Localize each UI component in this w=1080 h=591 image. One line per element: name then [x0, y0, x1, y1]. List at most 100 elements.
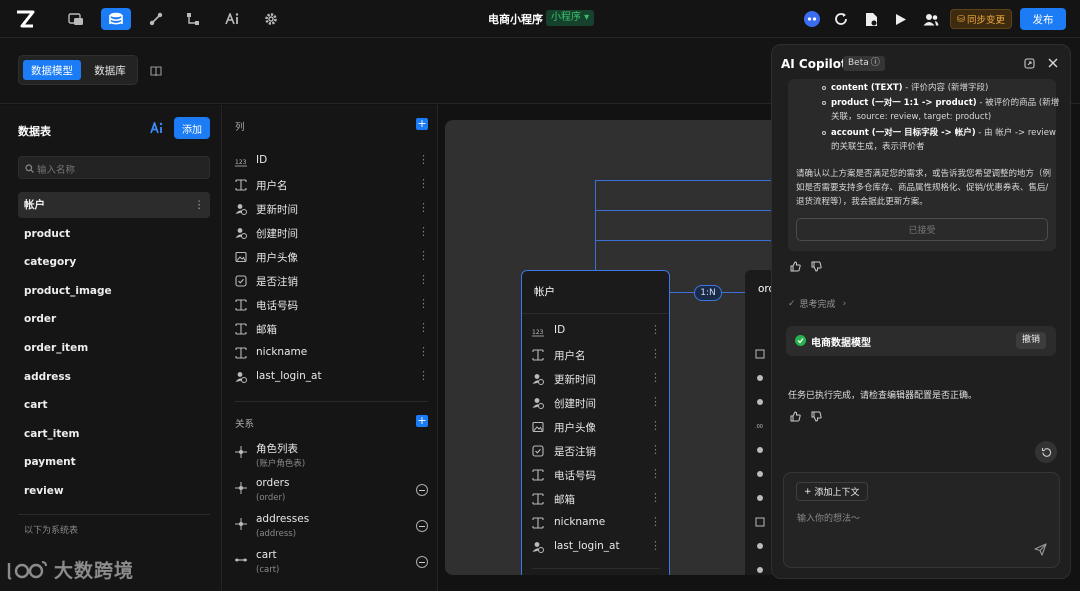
tab-database[interactable]: 数据库	[85, 60, 135, 80]
more-icon[interactable]: ⋮	[650, 395, 661, 408]
column-row[interactable]: 用户名 ⋮	[235, 173, 430, 197]
thumbs-down-icon[interactable]	[811, 411, 822, 422]
more-icon[interactable]: ⋮	[418, 201, 429, 214]
table-search-input[interactable]: 输入名称	[18, 156, 210, 179]
table-item-account[interactable]: 帐户 ⋮	[18, 192, 210, 218]
table-item[interactable]: cart	[18, 392, 210, 418]
more-icon[interactable]: ⋮	[650, 491, 661, 504]
entity-field-row[interactable]: nickname ⋮	[532, 511, 662, 535]
more-icon[interactable]: ⋮	[418, 177, 429, 190]
add-table-button[interactable]: 添加	[174, 117, 210, 139]
relation-row[interactable]: addresses (address)	[235, 513, 430, 549]
more-icon[interactable]: ⋮	[650, 347, 661, 360]
integration-icon[interactable]	[141, 8, 171, 30]
remove-relation-icon[interactable]	[416, 484, 428, 496]
remove-relation-icon[interactable]	[416, 556, 428, 568]
more-icon[interactable]: ⋮	[650, 419, 661, 432]
more-icon[interactable]: ⋮	[418, 153, 429, 166]
entity-field-row[interactable]: 更新时间 ⋮	[532, 367, 662, 391]
add-column-button[interactable]: +	[416, 118, 428, 130]
relation-row[interactable]: orders (order)	[235, 477, 430, 513]
tab-data-model[interactable]: 数据模型	[23, 60, 81, 80]
more-icon[interactable]: ⋮	[650, 515, 661, 528]
column-row[interactable]: last_login_at ⋮	[235, 365, 430, 389]
settings-icon[interactable]	[256, 8, 286, 30]
more-icon[interactable]: ⋮	[650, 467, 661, 480]
column-row[interactable]: 是否注销 ⋮	[235, 269, 430, 293]
close-icon[interactable]	[1048, 58, 1058, 68]
table-item[interactable]: order	[18, 306, 210, 332]
table-item[interactable]: cart_item	[18, 421, 210, 447]
undo-button[interactable]: 撤销	[1016, 332, 1046, 349]
more-icon[interactable]: ⋮	[650, 371, 661, 384]
table-item[interactable]: payment	[18, 449, 210, 475]
column-row[interactable]: 123 ID ⋮	[235, 149, 430, 173]
table-item[interactable]: category	[18, 249, 210, 275]
users-icon[interactable]	[916, 8, 946, 30]
table-item[interactable]: review	[18, 478, 210, 504]
column-row[interactable]: 创建时间 ⋮	[235, 221, 430, 245]
entity-field-row[interactable]: 电话号码 ⋮	[532, 463, 662, 487]
table-item[interactable]: address	[18, 364, 210, 390]
more-icon[interactable]: ⋮	[418, 345, 429, 358]
table-item[interactable]: order_item	[18, 335, 210, 361]
entity-field-row[interactable]: 用户名 ⋮	[532, 343, 662, 367]
beta-badge[interactable]: Beta ⓘ	[843, 56, 885, 71]
more-icon[interactable]: ⋮	[650, 323, 661, 336]
thumbs-up-icon[interactable]	[790, 261, 801, 272]
ai-generate-icon[interactable]	[150, 122, 164, 134]
entity-field-row[interactable]: 邮箱 ⋮	[532, 487, 662, 511]
logo-icon[interactable]	[12, 8, 38, 30]
entity-field-row[interactable]: 是否注销 ⋮	[532, 439, 662, 463]
column-row[interactable]: 用户头像 ⋮	[235, 245, 430, 269]
add-context-button[interactable]: + 添加上下文	[796, 482, 868, 501]
entity-field-row[interactable]: 用户头像 ⋮	[532, 415, 662, 439]
entity-field-row[interactable]: 创建时间 ⋮	[532, 391, 662, 415]
database-icon[interactable]	[101, 8, 131, 30]
relation-cardinality-badge[interactable]: 1:N	[694, 285, 722, 301]
more-icon[interactable]: ⋮	[650, 443, 661, 456]
app-type-dropdown[interactable]: 小程序 ▾	[546, 10, 595, 26]
column-row[interactable]: 电话号码 ⋮	[235, 293, 430, 317]
er-canvas[interactable]: 1:N 帐户 123 ID ⋮ 用户名 ⋮ 更新时间 ⋮ 创建时间 ⋮ 用户头像…	[445, 120, 785, 575]
refresh-icon[interactable]	[826, 8, 856, 30]
chat-input[interactable]: + 添加上下文 输入你的想法～	[783, 472, 1060, 568]
thumbs-down-icon[interactable]	[811, 261, 822, 272]
thinking-status[interactable]: ✓ 思考完成 ›	[788, 297, 846, 311]
column-row[interactable]: 更新时间 ⋮	[235, 197, 430, 221]
entity-card-account[interactable]: 帐户 123 ID ⋮ 用户名 ⋮ 更新时间 ⋮ 创建时间 ⋮ 用户头像 ⋮ 是…	[521, 270, 670, 575]
top-bar: 电商小程序 小程序 ▾ ⛁ 同步变更 发布	[0, 0, 1080, 38]
more-icon[interactable]: ⋮	[418, 249, 429, 262]
more-icon[interactable]: ⋮	[418, 321, 429, 334]
open-external-icon[interactable]	[1024, 58, 1035, 69]
column-row[interactable]: nickname ⋮	[235, 341, 430, 365]
thumbs-up-icon[interactable]	[790, 411, 801, 422]
relation-row[interactable]: cart (cart)	[235, 549, 430, 585]
more-icon[interactable]: ⋮	[418, 369, 429, 382]
new-session-button[interactable]	[1035, 441, 1057, 463]
book-icon[interactable]	[150, 66, 162, 77]
publish-button[interactable]: 发布	[1020, 8, 1066, 30]
ai-icon[interactable]	[218, 8, 248, 30]
copilot-avatar-icon[interactable]	[797, 8, 827, 30]
document-icon[interactable]	[856, 8, 886, 30]
table-item[interactable]: product_image	[18, 278, 210, 304]
more-icon[interactable]: ⋮	[418, 297, 429, 310]
accepted-button[interactable]: 已接受	[796, 218, 1048, 241]
remove-relation-icon[interactable]	[416, 520, 428, 532]
more-icon[interactable]: ⋮	[418, 273, 429, 286]
relation-row[interactable]: 角色列表 (账户角色表)	[235, 441, 430, 477]
pages-icon[interactable]	[61, 8, 91, 30]
entity-field-row[interactable]: last_login_at ⋮	[532, 535, 662, 559]
workflow-icon[interactable]	[178, 8, 208, 30]
add-relation-button[interactable]: +	[416, 415, 428, 427]
send-icon[interactable]	[1034, 543, 1047, 556]
table-item[interactable]: product	[18, 221, 210, 247]
entity-field-row[interactable]: 123 ID ⋮	[532, 319, 662, 343]
sync-changes-button[interactable]: ⛁ 同步变更	[950, 9, 1012, 29]
more-icon[interactable]: ⋮	[194, 192, 205, 218]
more-icon[interactable]: ⋮	[418, 225, 429, 238]
play-icon[interactable]	[886, 8, 916, 30]
column-row[interactable]: 邮箱 ⋮	[235, 317, 430, 341]
more-icon[interactable]: ⋮	[650, 539, 661, 552]
